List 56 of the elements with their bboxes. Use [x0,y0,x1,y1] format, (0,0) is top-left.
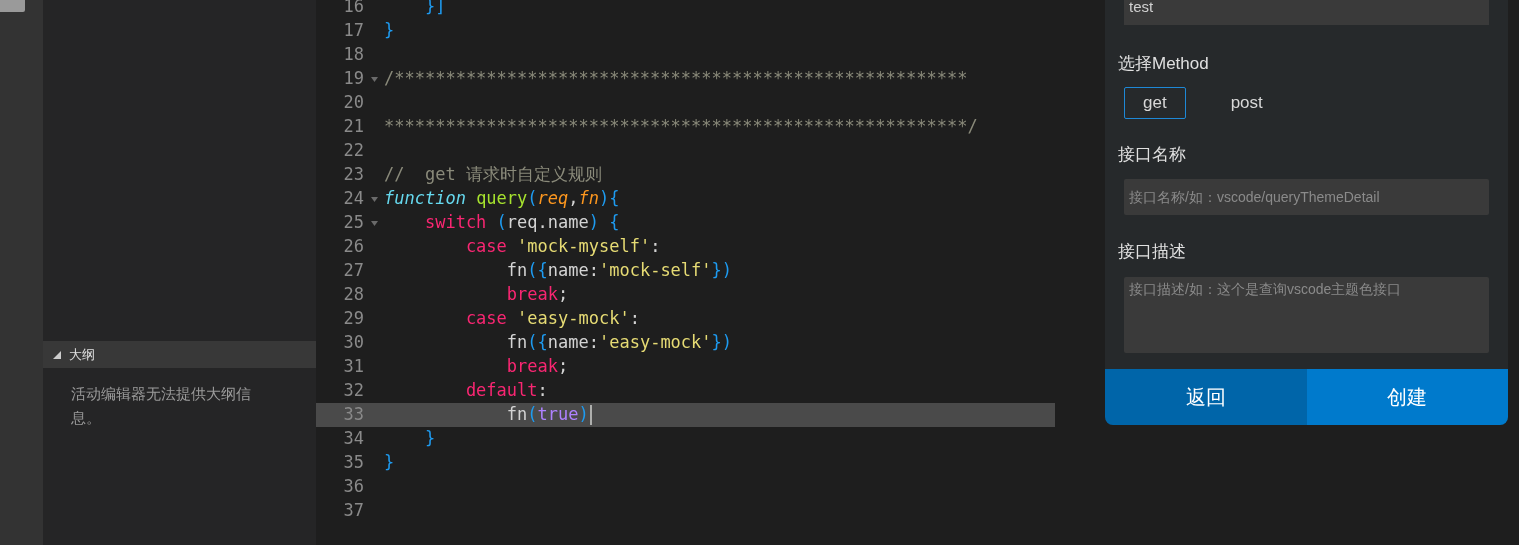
code-line: default: [464,379,548,403]
code-line: } [384,451,395,475]
method-option[interactable]: post [1211,86,1282,119]
line-number: 20 [342,91,364,115]
caret-icon [53,350,61,359]
line-number: 30 [342,331,364,355]
back-button[interactable]: 返回 [1105,369,1307,425]
code-line: switch (req.name) { [423,211,620,235]
method-label: 选择Method [1118,53,1209,75]
line-number: 37 [342,499,364,523]
line-number: 26 [342,235,364,259]
line-number: 24 [342,187,364,211]
line-number: 18 [342,43,364,67]
name-field[interactable]: test [1124,0,1489,25]
line-number: 31 [342,355,364,379]
code-line: // get 请求时自定义规则 [384,163,602,187]
fold-caret-icon[interactable] [370,196,378,202]
line-number: 21 [342,115,364,139]
fold-caret-icon[interactable] [370,76,378,82]
api-name-label: 接口名称 [1118,143,1186,166]
code-line: /******************************************************** [384,67,968,91]
fold-caret-icon[interactable] [370,220,378,226]
line-number: 36 [342,475,364,499]
code-line: } [384,19,395,43]
code-line: break; [505,355,569,379]
line-number: 35 [342,451,364,475]
outline-title: 大纲 [69,345,95,364]
code-line: break; [505,283,569,307]
outline-message: 活动编辑器无法提供大纲信息。 [71,384,252,428]
create-button[interactable]: 创建 [1306,369,1508,425]
code-line: } [423,427,436,451]
code-line: fn({name:'mock-self'}) [505,259,733,283]
line-number: 34 [342,427,364,451]
line-number: 22 [342,139,364,163]
code-line: function query(req,fn){ [384,187,620,211]
code-line: fn({name:'easy-mock'}) [505,331,733,355]
line-number: 23 [342,163,364,187]
line-number: 28 [342,283,364,307]
api-name-field[interactable]: 接口名称/如：vscode/queryThemeDetail [1124,179,1489,215]
line-number: 16 [342,0,364,19]
api-description-field[interactable]: 接口描述/如：这个是查询vscode主题色接口 [1124,276,1489,353]
method-option[interactable]: get [1124,86,1186,119]
api-description-label: 接口描述 [1118,241,1186,263]
code-line: fn(true) [384,402,592,428]
code-line: }] [423,0,446,19]
outline-header[interactable]: 大纲 [43,341,316,368]
line-number: 19 [342,67,364,91]
line-number: 29 [342,307,364,331]
line-number: 32 [342,379,364,403]
line-number: 17 [342,19,364,43]
code-line: case 'mock-myself': [464,235,661,259]
line-number: 27 [342,259,364,283]
code-line: *********************************************************/ [384,115,978,139]
line-number: 33 [342,403,364,427]
code-line: case 'easy-mock': [464,307,640,331]
line-number: 25 [342,211,364,235]
